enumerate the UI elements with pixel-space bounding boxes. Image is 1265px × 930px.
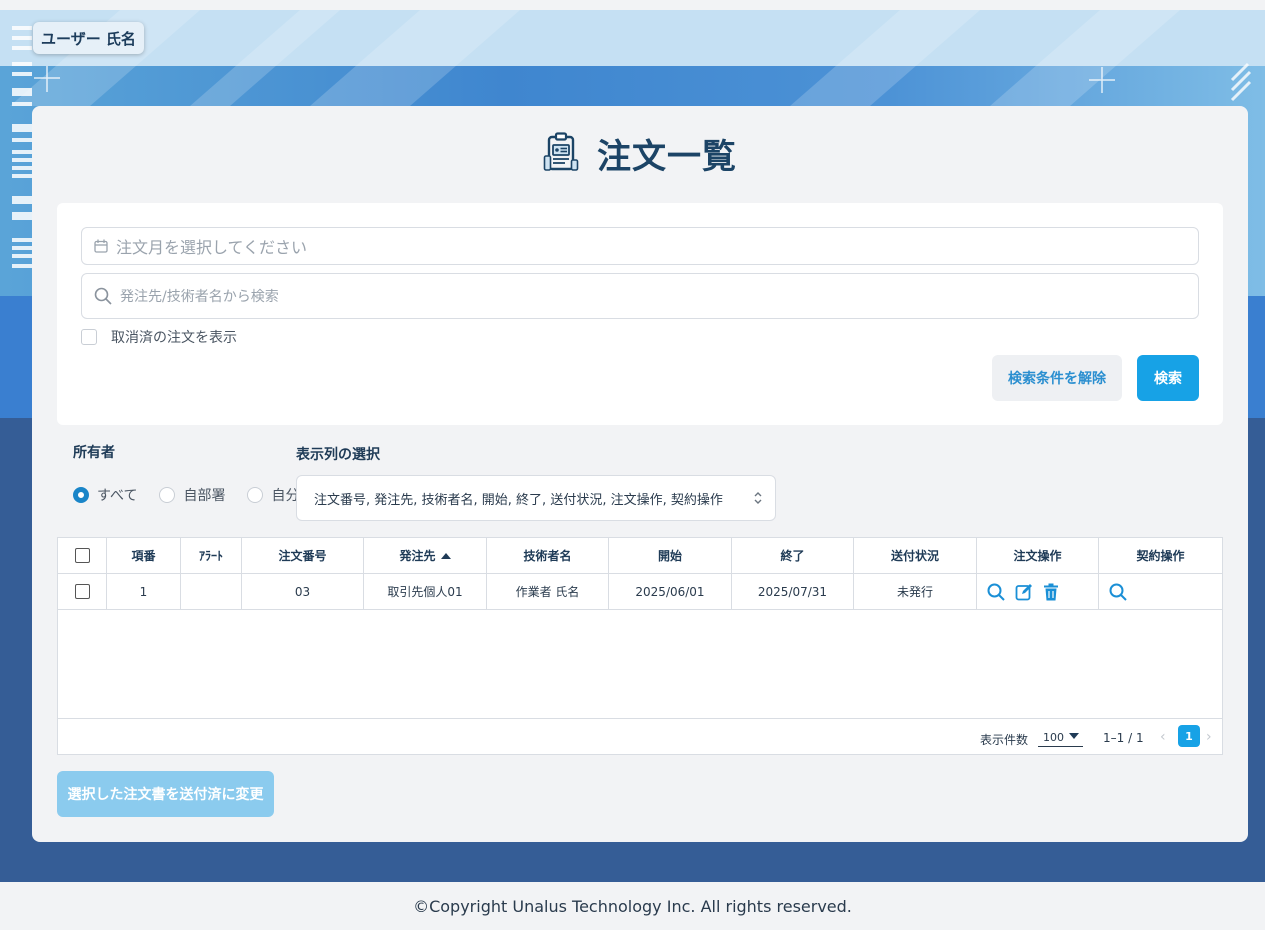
footer-copyright: ©Copyright Unalus Technology Inc. All ri… <box>413 897 852 916</box>
row-select-cell <box>58 574 107 609</box>
order-month-picker[interactable]: 注文月を選択してください <box>81 227 1199 265</box>
table-row[interactable]: 1 03 取引先個人01 作業者 氏名 2025/06/01 2025/07/3… <box>58 574 1222 610</box>
search-icon <box>94 287 112 305</box>
top-band <box>0 0 1265 10</box>
page-button-current[interactable]: 1 <box>1178 725 1200 747</box>
keyword-search-input[interactable]: 発注先/技術者名から検索 <box>81 273 1199 319</box>
cell-index: 1 <box>107 574 181 609</box>
header-background <box>0 10 1265 66</box>
show-cancelled-label[interactable]: 取消済の注文を表示 <box>111 327 237 347</box>
user-name: ユーザー 氏名 <box>41 29 136 48</box>
owner-label: 所有者 <box>73 445 115 461</box>
search-icon[interactable] <box>1109 583 1127 601</box>
header-order-actions: 注文操作 <box>977 538 1099 573</box>
column-select-label: 表示列の選択 <box>296 447 380 463</box>
sort-ascending-icon <box>440 552 451 559</box>
cell-order-number: 03 <box>242 574 364 609</box>
header-contract-actions: 契約操作 <box>1136 549 1185 563</box>
owner-option-self[interactable]: 自分 <box>247 485 299 505</box>
chevron-up-down-icon <box>754 492 762 504</box>
search-icon[interactable] <box>987 583 1005 601</box>
chevron-left-icon[interactable]: ‹ <box>1160 729 1166 745</box>
cell-alert <box>181 574 242 609</box>
page-header: 注文一覧 <box>32 130 1248 177</box>
cell-start: 2025/06/01 <box>609 574 732 609</box>
column-select[interactable]: 注文番号, 発注先, 技術者名, 開始, 終了, 送付状況, 注文操作, 契約操… <box>296 475 776 521</box>
header-supplier-label: 発注先 <box>399 549 436 563</box>
user-badge[interactable]: ユーザー 氏名 <box>33 22 144 54</box>
owner-option-label: 自部署 <box>183 488 226 504</box>
search-button[interactable]: 検索 <box>1137 355 1199 401</box>
edit-icon[interactable] <box>1015 583 1033 601</box>
owner-radio-group: すべて 自部署 自分 <box>73 485 321 505</box>
search-panel: 注文月を選択してください 発注先/技術者名から検索 取消済の注文を表示 検索条件… <box>57 203 1223 425</box>
trash-icon[interactable] <box>1043 583 1059 601</box>
orders-table: 項番 ｱﾗｰﾄ 注文番号 発注先 技術者名 開始 終了 送付状況 注文操作 契約… <box>57 537 1223 755</box>
main-card: 注文一覧 注文月を選択してください 発注先/技術者名から検索 取消済の注文を表示… <box>32 106 1248 842</box>
mark-sent-button[interactable]: 選択した注文書を送付済に変更 <box>57 771 274 817</box>
header-order-number[interactable]: 注文番号 <box>242 538 364 573</box>
owner-option-department[interactable]: 自部署 <box>159 485 225 505</box>
chevron-right-icon[interactable]: › <box>1206 729 1212 745</box>
clipboard-document-icon <box>543 132 579 171</box>
cell-engineer: 作業者 氏名 <box>487 574 609 609</box>
per-page-label: 表示件数 <box>980 733 1029 747</box>
table-pagination: 表示件数 100 1–1 / 1 ‹ 1 › <box>58 718 1222 754</box>
page-title: 注文一覧 <box>597 136 737 177</box>
order-month-placeholder: 注文月を選択してください <box>116 238 308 257</box>
select-all-cell <box>58 538 107 573</box>
row-select-checkbox[interactable] <box>74 584 90 599</box>
show-cancelled-checkbox[interactable] <box>81 329 97 345</box>
owner-option-all[interactable]: すべて <box>73 485 137 505</box>
header-supplier[interactable]: 発注先 <box>364 538 487 573</box>
cell-end: 2025/07/31 <box>732 574 854 609</box>
header-alert[interactable]: ｱﾗｰﾄ <box>181 538 242 573</box>
calendar-icon <box>94 239 108 253</box>
select-all-checkbox[interactable] <box>74 548 90 563</box>
header-engineer[interactable]: 技術者名 <box>487 538 609 573</box>
column-select-value: 注文番号, 発注先, 技術者名, 開始, 終了, 送付状況, 注文操作, 契約操… <box>314 492 723 508</box>
cell-status: 未発行 <box>854 574 977 609</box>
pagination-range: 1–1 / 1 <box>1103 731 1144 745</box>
header-start[interactable]: 開始 <box>609 538 732 573</box>
show-cancelled-row: 取消済の注文を表示 <box>81 327 237 347</box>
caret-down-icon <box>1069 733 1079 739</box>
cell-supplier: 取引先個人01 <box>364 574 487 609</box>
per-page-value: 100 <box>1043 731 1064 744</box>
clear-filters-button[interactable]: 検索条件を解除 <box>992 355 1122 401</box>
radio-unchecked-icon[interactable] <box>159 487 176 503</box>
header-end[interactable]: 終了 <box>732 538 854 573</box>
cell-order-actions <box>977 574 1099 609</box>
radio-checked-icon[interactable] <box>73 487 89 503</box>
radio-unchecked-icon[interactable] <box>247 487 264 503</box>
keyword-search-placeholder: 発注先/技術者名から検索 <box>120 289 279 305</box>
table-header-row: 項番 ｱﾗｰﾄ 注文番号 発注先 技術者名 開始 終了 送付状況 注文操作 契約… <box>58 538 1222 574</box>
header-index[interactable]: 項番 <box>107 538 181 573</box>
owner-option-label: すべて <box>97 488 138 504</box>
header-status[interactable]: 送付状況 <box>854 538 977 573</box>
per-page-select[interactable]: 100 <box>1038 729 1083 747</box>
cell-contract-actions <box>1099 574 1222 609</box>
